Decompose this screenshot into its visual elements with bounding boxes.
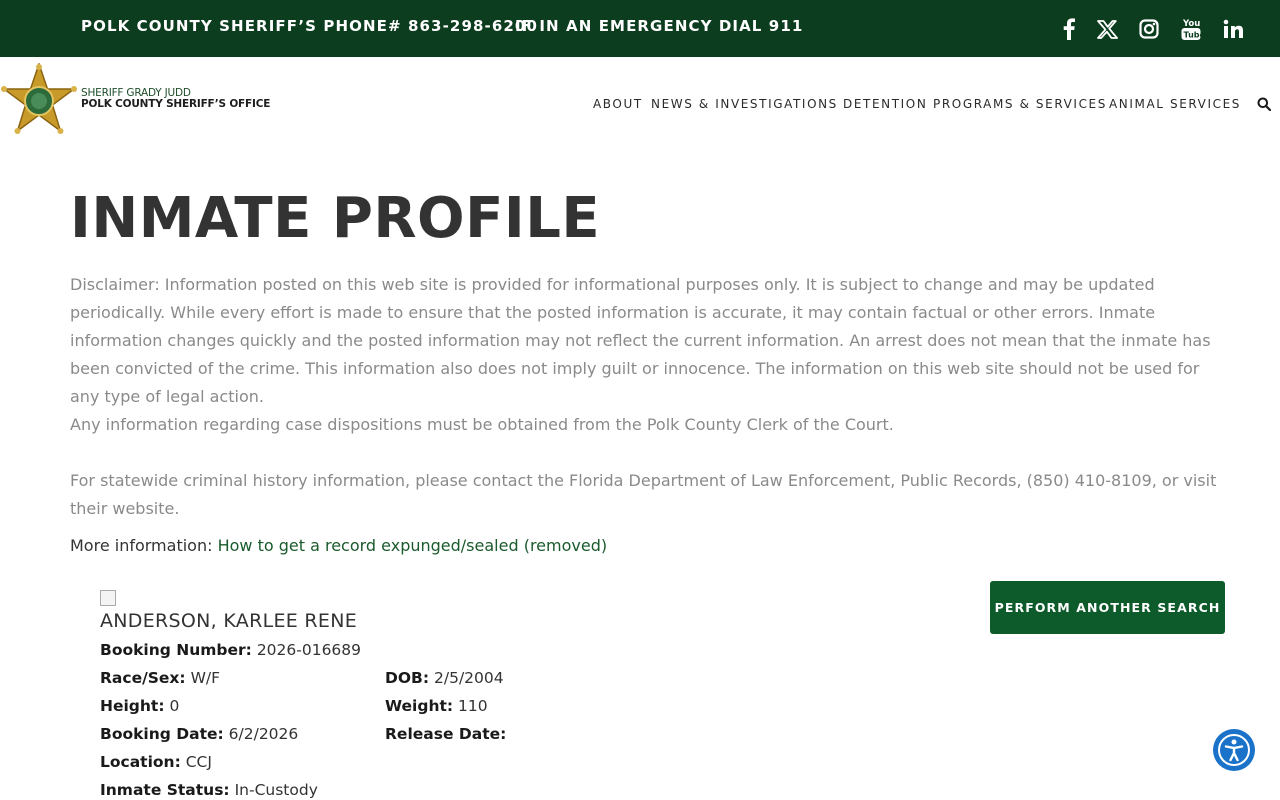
more-information: More information: How to get a record ex… xyxy=(70,536,607,555)
inmate-status-label: Inmate Status: xyxy=(100,781,230,799)
release-date-label: Release Date: xyxy=(385,725,507,743)
site-header: SHERIFF GRADY JUDD POLK COUNTY SHERIFF’S… xyxy=(0,57,1280,152)
nav-about[interactable]: ABOUT xyxy=(593,97,643,111)
svg-text:You: You xyxy=(1182,19,1200,29)
release-date-field: Release Date: xyxy=(385,725,506,743)
nav-programs-services[interactable]: PROGRAMS & SERVICES xyxy=(933,97,1107,111)
dob-field: DOB: 2/5/2004 xyxy=(385,669,504,687)
location-field: Location: CCJ xyxy=(100,753,212,771)
weight-field: Weight: 110 xyxy=(385,697,488,715)
race-sex-value: W/F xyxy=(190,669,221,687)
svg-text:Tube: Tube xyxy=(1184,31,1202,40)
nav-detention[interactable]: DETENTION xyxy=(843,97,927,111)
statewide-history-text: For statewide criminal history informati… xyxy=(70,471,1217,518)
dob-value: 2/5/2004 xyxy=(434,669,504,687)
race-sex-label: Race/Sex: xyxy=(100,669,186,687)
booking-number-value: 2026-016689 xyxy=(256,641,362,659)
height-label: Height: xyxy=(100,697,165,715)
sheriff-badge-logo[interactable] xyxy=(0,61,78,146)
search-icon[interactable] xyxy=(1257,97,1272,116)
instagram-icon[interactable] xyxy=(1138,16,1160,42)
expunge-sealed-link[interactable]: How to get a record expunged/sealed (rem… xyxy=(218,536,608,555)
sheriff-phone-text: POLK COUNTY SHERIFF’S PHONE# 863-298-620… xyxy=(81,17,538,35)
inmate-photo xyxy=(100,590,116,606)
inmate-status-value: In-Custody xyxy=(234,781,318,799)
booking-number-field: Booking Number: 2026-016689 xyxy=(100,641,361,659)
nav-news-investigations[interactable]: NEWS & INVESTIGATIONS xyxy=(651,97,838,111)
location-value: CCJ xyxy=(185,753,212,771)
booking-date-label: Booking Date: xyxy=(100,725,224,743)
facebook-icon[interactable] xyxy=(1060,16,1078,42)
perform-another-search-button[interactable]: PERFORM ANOTHER SEARCH xyxy=(990,581,1225,634)
nav-animal-services[interactable]: ANIMAL SERVICES xyxy=(1109,97,1241,111)
inmate-name: ANDERSON, KARLEE RENE xyxy=(100,610,358,632)
top-bar: POLK COUNTY SHERIFF’S PHONE# 863-298-620… xyxy=(0,0,1280,57)
youtube-icon[interactable]: You Tube xyxy=(1180,16,1202,42)
weight-label: Weight: xyxy=(385,697,454,715)
more-information-label: More information: xyxy=(70,536,213,555)
accessibility-icon[interactable] xyxy=(1213,729,1255,771)
disclaimer-text: Disclaimer: Information posted on this w… xyxy=(70,275,1211,406)
emergency-text: IF IN AN EMERGENCY DIAL 911 xyxy=(515,17,804,35)
brand-office-name: POLK COUNTY SHERIFF’S OFFICE xyxy=(81,98,271,110)
weight-value: 110 xyxy=(458,697,488,715)
x-icon[interactable] xyxy=(1095,16,1119,42)
page-title: INMATE PROFILE xyxy=(70,186,601,251)
booking-date-value: 6/2/2026 xyxy=(228,725,299,743)
case-dispositions-text: Any information regarding case dispositi… xyxy=(70,415,894,434)
booking-number-label: Booking Number: xyxy=(100,641,252,659)
dob-label: DOB: xyxy=(385,669,430,687)
location-label: Location: xyxy=(100,753,181,771)
linkedin-icon[interactable] xyxy=(1222,16,1244,42)
race-sex-field: Race/Sex: W/F xyxy=(100,669,220,687)
booking-date-field: Booking Date: 6/2/2026 xyxy=(100,725,298,743)
height-value: 0 xyxy=(169,697,180,715)
inmate-status-field: Inmate Status: In-Custody xyxy=(100,781,318,799)
height-field: Height: 0 xyxy=(100,697,179,715)
